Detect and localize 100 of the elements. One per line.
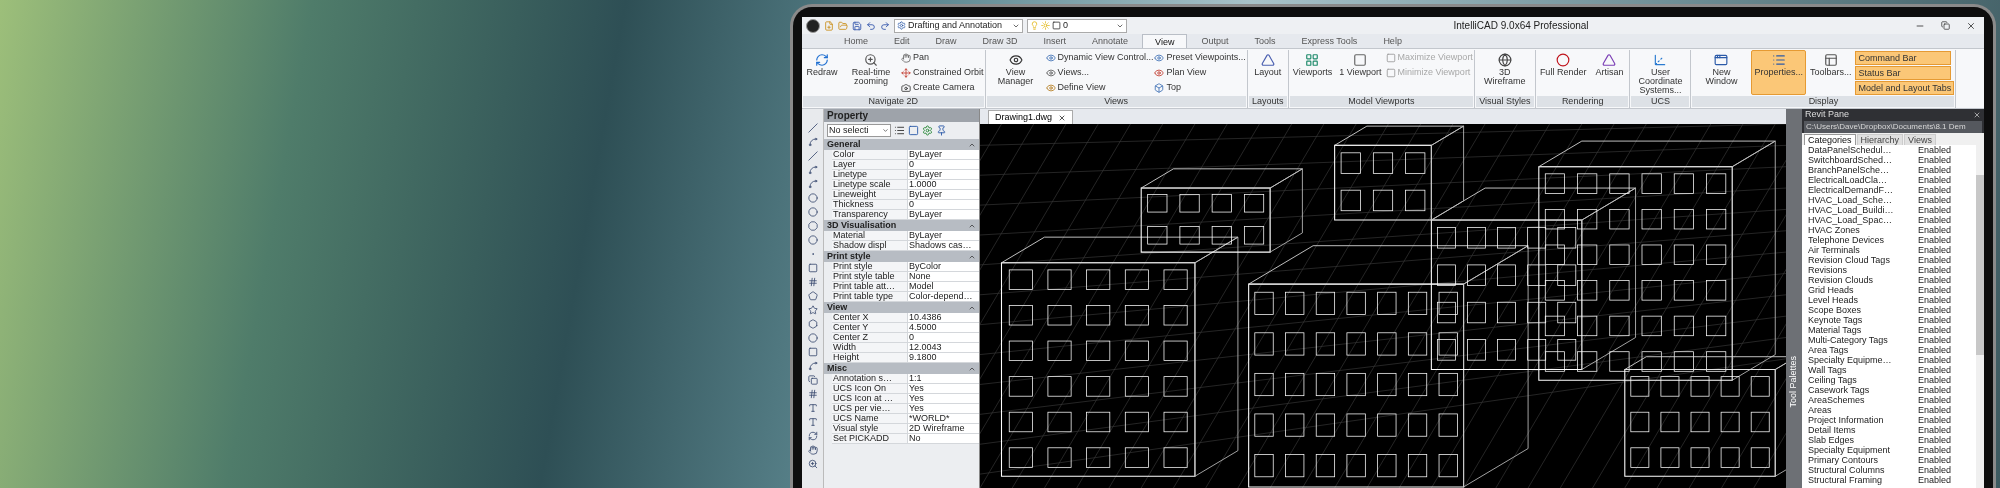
text-icon[interactable]: [807, 403, 818, 413]
redo-icon[interactable]: [880, 20, 890, 31]
toggle-button[interactable]: Command Bar: [1855, 51, 1952, 65]
ribbon-menu-item[interactable]: Preset Viewpoints...: [1154, 51, 1246, 65]
selection-dropdown[interactable]: No selecti: [827, 124, 891, 137]
ribbon-button[interactable]: Redraw: [803, 50, 841, 95]
scroll-thumb[interactable]: [1976, 175, 1984, 355]
category-name: Multi-Category Tags: [1808, 335, 1889, 345]
section-header[interactable]: Misc: [824, 363, 979, 374]
toggle-button[interactable]: Status Bar: [1855, 66, 1952, 80]
category-status: Enabled: [1918, 265, 1952, 275]
curve-icon[interactable]: [807, 179, 818, 189]
category-name: SwitchboardSched…: [1808, 155, 1894, 165]
zoom-icon[interactable]: [807, 459, 818, 469]
ribbon-menu-item[interactable]: Create Camera: [901, 81, 984, 95]
ribbon-tab[interactable]: View: [1142, 34, 1188, 48]
restore-icon[interactable]: [1941, 21, 1950, 30]
category-name: Air Terminals: [1808, 245, 1861, 255]
eye-icon: [1045, 83, 1056, 93]
property-value: Yes: [908, 384, 979, 394]
save-icon[interactable]: [852, 20, 862, 31]
ribbon-button[interactable]: 3D Wireframe: [1475, 50, 1534, 95]
hatch-icon[interactable]: [807, 277, 818, 287]
close-icon[interactable]: [1966, 20, 1976, 31]
circle-icon[interactable]: [807, 193, 818, 203]
ribbon-tab[interactable]: Draw: [923, 34, 969, 48]
camera-icon: [901, 83, 911, 93]
ribbon-button[interactable]: Properties...: [1751, 50, 1806, 95]
folder-icon[interactable]: [838, 20, 848, 31]
ribbon-button[interactable]: Artisan: [1590, 50, 1629, 95]
list-icon[interactable]: [894, 125, 905, 136]
app-logo-icon[interactable]: [806, 18, 820, 33]
section-header[interactable]: 3D Visualisation: [824, 220, 979, 231]
ribbon-menu-item[interactable]: Pan: [901, 51, 984, 65]
copy-icon[interactable]: [807, 375, 818, 385]
ribbon-button[interactable]: Real-time zooming: [842, 50, 900, 95]
redraw-icon[interactable]: [807, 431, 818, 441]
close-icon[interactable]: [1058, 113, 1067, 122]
cross-arrows-icon: [901, 68, 911, 78]
polyline-icon[interactable]: [807, 137, 818, 147]
ribbon-tab[interactable]: Output: [1189, 34, 1241, 48]
workspace-dropdown[interactable]: Drafting and Annotation: [894, 18, 1024, 33]
section-title: 3D Visualisation: [827, 220, 897, 231]
section-header[interactable]: General: [824, 139, 979, 150]
ribbon-tab[interactable]: Edit: [882, 34, 922, 48]
section-header[interactable]: View: [824, 302, 979, 313]
hand-icon[interactable]: [807, 445, 818, 455]
window-title: IntelliCAD 9.0x64 Professional: [1453, 19, 1589, 33]
tool-palettes-label: Tool Palettes: [1787, 356, 1800, 408]
selection-value: No selecti: [829, 123, 869, 137]
tool-palettes-bar[interactable]: Tool Palettes: [1786, 109, 1802, 488]
ribbon-tab[interactable]: Insert: [1031, 34, 1079, 48]
ribbon-button[interactable]: Toolbars...: [1806, 50, 1855, 95]
ribbon-button[interactable]: Layout: [1248, 50, 1287, 95]
ribbon-menu-item[interactable]: Plan View: [1154, 66, 1246, 80]
undo-icon[interactable]: [866, 20, 876, 31]
ribbon-tab[interactable]: Help: [1371, 34, 1414, 48]
document-name: Drawing1.dwg: [995, 110, 1053, 124]
hexagon-icon[interactable]: [807, 319, 818, 329]
ribbon-button[interactable]: Viewports: [1289, 50, 1336, 95]
rectangle-icon[interactable]: [807, 263, 818, 273]
ribbon-button[interactable]: User Coordinate Systems...: [1631, 50, 1690, 95]
ribbon-button[interactable]: View Manager: [986, 50, 1045, 95]
path-field[interactable]: C:\Users\Dave\Dropbox\Documents\8.1 Dem: [1804, 121, 1982, 133]
layer-dropdown[interactable]: 0: [1027, 18, 1128, 33]
pin-icon[interactable]: [936, 125, 947, 136]
property-value: Yes: [908, 394, 979, 404]
line-icon[interactable]: [807, 123, 818, 133]
ribbon-button[interactable]: 1 Viewport: [1336, 50, 1385, 95]
ribbon-tab[interactable]: Home: [832, 34, 880, 48]
section-header[interactable]: Print style: [824, 251, 979, 262]
ribbon-tab[interactable]: Express Tools: [1289, 34, 1370, 48]
ribbon-tab[interactable]: Annotate: [1080, 34, 1141, 48]
ribbon-button[interactable]: New Window: [1692, 50, 1751, 95]
category-name: ElectricalLoadCla…: [1808, 175, 1889, 185]
ribbon-menu-item[interactable]: Top: [1154, 81, 1246, 95]
close-icon[interactable]: [1973, 111, 1981, 119]
ribbon-menu-item[interactable]: Views...: [1045, 66, 1154, 80]
star-icon[interactable]: [807, 305, 818, 315]
ribbon-menu-item[interactable]: Dynamic View Control...: [1045, 51, 1154, 65]
category-name: Level Heads: [1808, 295, 1860, 305]
gear-icon[interactable]: [922, 125, 933, 136]
category-status: Enabled: [1918, 465, 1952, 475]
ribbon-menu-item[interactable]: Define View: [1045, 81, 1154, 95]
toggle-button[interactable]: Model and Layout Tabs: [1855, 81, 1955, 95]
refresh-arrows-icon: [815, 53, 829, 67]
select-icon[interactable]: [908, 125, 919, 136]
ribbon-button[interactable]: Full Render: [1536, 50, 1590, 95]
table-icon[interactable]: [807, 389, 818, 399]
spline-icon[interactable]: [807, 165, 818, 175]
new-file-icon[interactable]: [824, 20, 834, 31]
multiline-text-icon[interactable]: [807, 417, 818, 427]
ribbon-menu-item[interactable]: Constrained Orbit: [901, 66, 984, 80]
polygon-icon[interactable]: [807, 221, 818, 231]
ribbon-tab[interactable]: Draw 3D: [970, 34, 1030, 48]
property-value: 0: [908, 160, 979, 170]
property-value: 0: [908, 200, 979, 210]
scrollbar[interactable]: [1976, 145, 1984, 488]
ribbon-tab[interactable]: Tools: [1242, 34, 1288, 48]
document-tab[interactable]: Drawing1.dwg: [988, 110, 1074, 124]
